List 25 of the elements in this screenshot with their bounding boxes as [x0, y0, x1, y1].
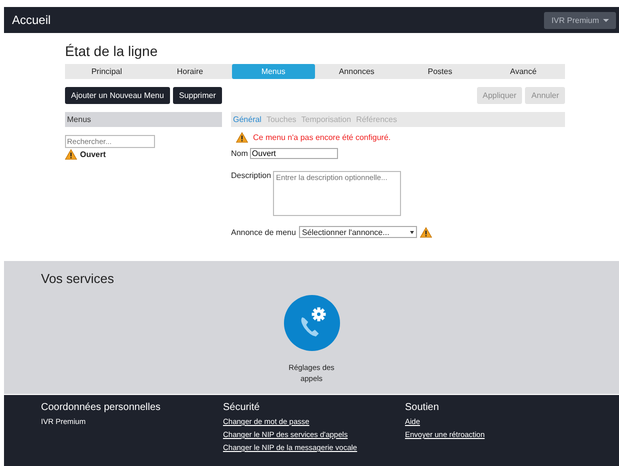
- tab[interactable]: Avancé: [482, 64, 565, 79]
- field-label: Nom: [231, 149, 248, 158]
- tab[interactable]: Horaire: [148, 64, 232, 79]
- toolbar-button[interactable]: Supprimer: [172, 87, 222, 104]
- tab[interactable]: Annonces: [314, 64, 398, 79]
- warning-icon: [236, 132, 248, 143]
- home-title[interactable]: Accueil: [12, 13, 51, 27]
- tab[interactable]: Postes: [398, 64, 482, 79]
- menu-list-item[interactable]: Ouvert: [80, 150, 106, 159]
- phone-gear-icon[interactable]: [282, 294, 340, 352]
- caret-icon: [603, 18, 609, 22]
- page-title: État de la ligne: [65, 43, 159, 59]
- tab[interactable]: Principal: [65, 64, 148, 79]
- alert-message: Ce menu n'a pas encore été configuré.: [253, 133, 391, 142]
- footer-heading: Soutien: [405, 402, 439, 413]
- account-dropdown-button[interactable]: IVR Premium: [544, 12, 616, 28]
- footer-heading: Sécurité: [223, 402, 260, 413]
- field-label: Description: [231, 171, 272, 180]
- field-label: Annonce de menu: [231, 228, 296, 236]
- announcement-dropdown[interactable]: Sélectionner l'annonce...: [298, 226, 417, 238]
- panel-header: Menus: [65, 112, 222, 127]
- toolbar-button[interactable]: Ajouter un Nouveau Menu: [65, 87, 170, 104]
- name-field[interactable]: Ouvert: [250, 148, 338, 159]
- footer-heading: Coordonnées personnelles: [41, 402, 161, 413]
- section-title: Vos services: [41, 271, 115, 286]
